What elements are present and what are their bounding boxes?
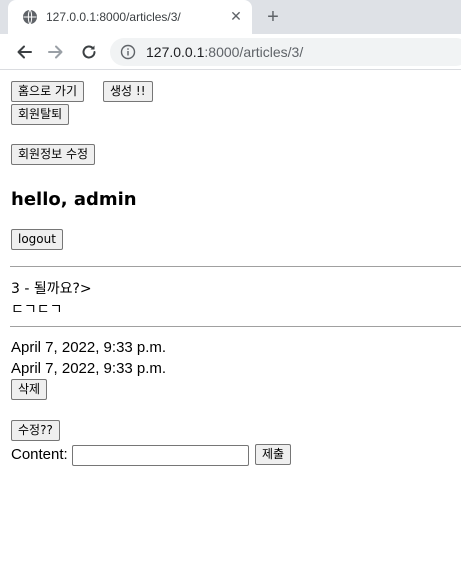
- logout-button[interactable]: logout: [11, 229, 63, 250]
- url-host: 127.0.0.1: [146, 44, 205, 60]
- withdraw-button[interactable]: 회원탈퇴: [11, 104, 70, 125]
- submit-button[interactable]: 제출: [255, 444, 292, 465]
- url-text[interactable]: 127.0.0.1:8000/articles/3/: [146, 44, 303, 60]
- page-content: 홈으로 가기 생성 !! 회원탈퇴 회원정보 수정 hello, admin l…: [0, 71, 461, 566]
- info-icon[interactable]: [120, 44, 136, 60]
- divider: [10, 326, 461, 327]
- close-icon[interactable]: ✕: [228, 9, 244, 25]
- tab-title: 127.0.0.1:8000/articles/3/: [46, 10, 181, 24]
- back-arrow-icon[interactable]: [12, 40, 36, 64]
- edit-article-button[interactable]: 수정??: [11, 420, 60, 441]
- article-title: 3 - 될까요?>: [11, 281, 92, 297]
- delete-button[interactable]: 삭제: [11, 379, 48, 400]
- globe-icon: [22, 9, 38, 25]
- home-button[interactable]: 홈으로 가기: [11, 81, 85, 102]
- edit-profile-button[interactable]: 회원정보 수정: [11, 144, 96, 165]
- active-tab[interactable]: 127.0.0.1:8000/articles/3/ ✕: [8, 0, 252, 34]
- article-created-at: April 7, 2022, 9:33 p.m.: [11, 339, 167, 356]
- article-body: ㄷㄱㄷㄱ: [11, 302, 63, 318]
- create-button[interactable]: 생성 !!: [103, 81, 153, 102]
- url-path: :8000/articles/3/: [204, 44, 304, 60]
- address-bar[interactable]: 127.0.0.1:8000/articles/3/: [110, 38, 461, 66]
- article-updated-at: April 7, 2022, 9:33 p.m.: [11, 360, 167, 377]
- reload-icon[interactable]: [77, 40, 101, 64]
- greeting-heading: hello, admin: [11, 189, 137, 210]
- forward-arrow-icon[interactable]: [44, 40, 68, 64]
- browser-toolbar: 127.0.0.1:8000/articles/3/: [0, 34, 461, 70]
- content-input[interactable]: [72, 445, 249, 466]
- divider: [10, 266, 461, 267]
- content-label: Content:: [11, 446, 68, 463]
- plus-icon[interactable]: +: [262, 6, 284, 28]
- tab-strip: 127.0.0.1:8000/articles/3/ ✕ +: [0, 0, 461, 34]
